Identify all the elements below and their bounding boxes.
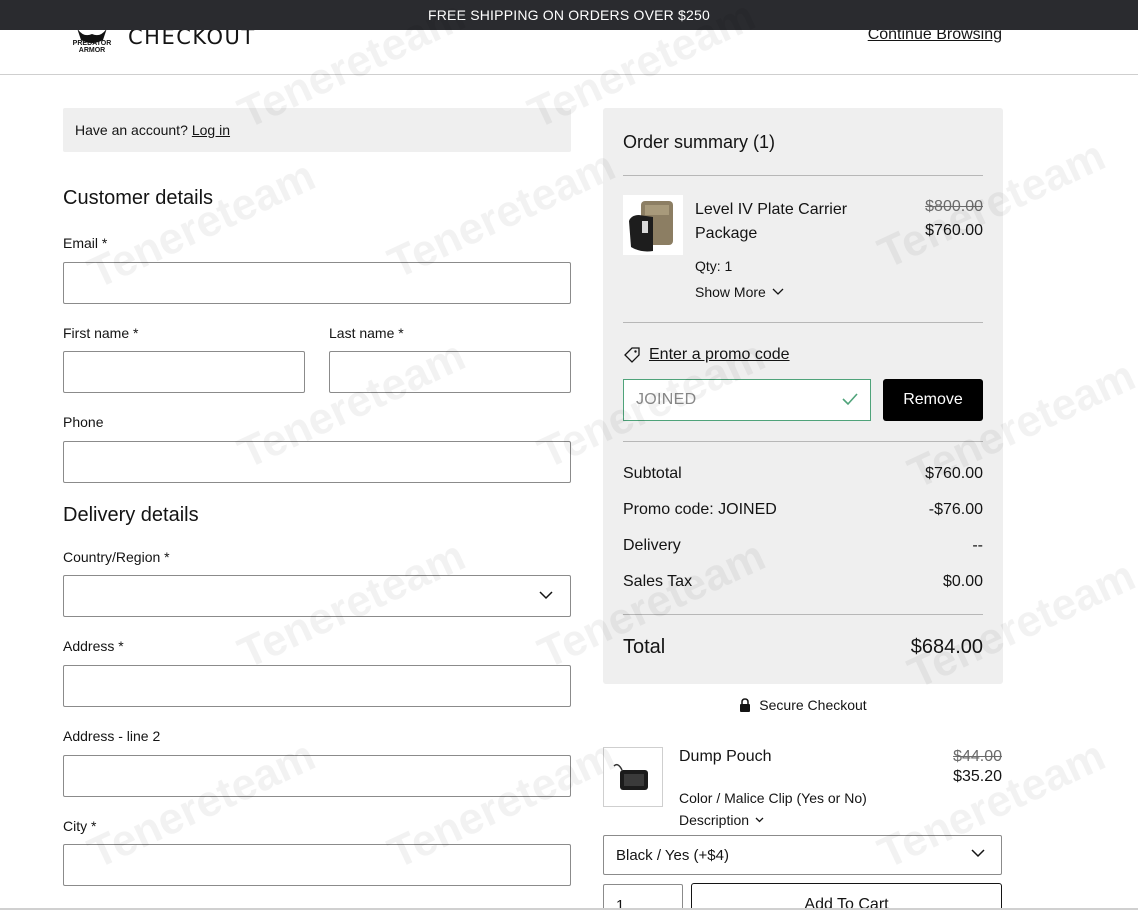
divider — [623, 614, 983, 615]
upsell-price: $35.20 — [953, 768, 1002, 785]
upsell-option-label: Color / Malice Clip (Yes or No) — [679, 790, 867, 806]
continue-browsing-link[interactable]: Continue Browsing — [868, 30, 1002, 44]
upsell-option-select[interactable]: Black / Yes (+$4) — [603, 835, 1002, 875]
phone-field[interactable] — [63, 441, 571, 483]
promo-label: Promo code: JOINED — [623, 501, 777, 518]
product-original-price: $800.00 — [925, 198, 983, 215]
promo-code-input[interactable]: JOINED — [623, 379, 871, 421]
country-label: Country/Region * — [63, 549, 170, 565]
email-label: Email * — [63, 235, 108, 251]
header: PREDATOR ARMOR CHECKOUT Continue Browsin… — [0, 30, 1138, 75]
subtotal-value: $760.00 — [925, 465, 983, 482]
delivery-label: Delivery — [623, 537, 681, 554]
total-value: $684.00 — [910, 636, 983, 658]
promo-code-value: JOINED — [636, 391, 697, 408]
order-summary: Order summary (1) Level IV Plate Carrier… — [603, 108, 1003, 684]
divider — [623, 441, 983, 442]
chevron-down-icon — [755, 817, 764, 823]
promo-row: Promo code: JOINED -$76.00 — [623, 501, 983, 519]
upsell-qty-input[interactable]: 1 — [603, 884, 683, 910]
secure-checkout: Secure Checkout — [603, 697, 1003, 713]
last-name-label: Last name * — [329, 325, 404, 341]
customer-details-title: Customer details — [63, 187, 214, 209]
first-name-field[interactable] — [63, 351, 305, 393]
country-select[interactable] — [63, 575, 571, 617]
remove-promo-button[interactable]: Remove — [883, 379, 983, 421]
chevron-down-icon — [971, 849, 985, 858]
lock-icon — [740, 698, 751, 712]
logo-text-2: ARMOR — [78, 47, 106, 54]
subtotal-label: Subtotal — [623, 465, 682, 482]
address2-label: Address - line 2 — [63, 728, 161, 744]
divider — [623, 322, 983, 323]
address2-field[interactable] — [63, 755, 571, 797]
address-label: Address * — [63, 638, 124, 654]
upsell-original-price: $44.00 — [953, 748, 1002, 765]
secure-checkout-label: Secure Checkout — [759, 697, 867, 713]
tax-label: Sales Tax — [623, 573, 693, 590]
promo-discount: -$76.00 — [928, 501, 983, 518]
upsell-description-toggle[interactable]: Description — [679, 812, 764, 828]
tag-icon — [624, 347, 640, 363]
dump-pouch-image — [613, 763, 648, 790]
logo-text-1: PREDATOR — [72, 40, 112, 47]
divider — [623, 175, 983, 176]
announcement-bar: FREE SHIPPING ON ORDERS OVER $250 — [0, 0, 1138, 30]
product-price: $760.00 — [925, 222, 983, 239]
subtotal-row: Subtotal $760.00 — [623, 465, 983, 483]
upsell-description-label: Description — [679, 812, 750, 828]
plate-carrier-image — [629, 201, 673, 252]
announcement-text: FREE SHIPPING ON ORDERS OVER $250 — [427, 7, 710, 23]
product-qty: Qty: 1 — [695, 258, 733, 274]
product-image — [623, 195, 683, 255]
upsell-product-name[interactable]: Dump Pouch — [679, 748, 772, 766]
product-name[interactable]: Level IV Plate Carrier Package — [695, 198, 875, 246]
delivery-row: Delivery -- — [623, 537, 983, 555]
total-label: Total — [623, 636, 666, 658]
show-more-label: Show More — [695, 284, 766, 300]
chevron-down-icon — [772, 288, 784, 295]
tax-row: Sales Tax $0.00 — [623, 573, 983, 591]
promo-code-link-label: Enter a promo code — [649, 346, 790, 363]
tax-value: $0.00 — [942, 573, 983, 590]
upsell-selected-option: Black / Yes (+$4) — [616, 846, 729, 864]
logo-wordmark: PREDATOR ARMOR — [63, 40, 121, 54]
add-to-cart-button[interactable]: Add To Cart — [691, 883, 1002, 910]
total-row: Total $684.00 — [623, 636, 983, 659]
show-more-toggle[interactable]: Show More — [695, 284, 784, 300]
promo-code-link[interactable]: Enter a promo code — [623, 346, 790, 364]
first-name-label: First name * — [63, 325, 139, 341]
upsell-product-image[interactable] — [603, 747, 663, 807]
city-field[interactable] — [63, 844, 571, 886]
page-title: CHECKOUT — [128, 30, 256, 49]
city-label: City * — [63, 818, 97, 834]
login-box: Have an account? Log in — [63, 108, 571, 152]
address-field[interactable] — [63, 665, 571, 707]
order-summary-title: Order summary (1) — [623, 132, 776, 152]
last-name-field[interactable] — [329, 351, 571, 393]
delivery-details-title: Delivery details — [63, 504, 199, 526]
check-icon — [842, 393, 858, 406]
email-field[interactable] — [63, 262, 571, 304]
login-prompt: Have an account? — [75, 122, 188, 138]
chevron-down-icon — [539, 591, 553, 600]
delivery-value: -- — [972, 537, 983, 554]
login-link[interactable]: Log in — [192, 122, 230, 138]
phone-label: Phone — [63, 414, 104, 430]
